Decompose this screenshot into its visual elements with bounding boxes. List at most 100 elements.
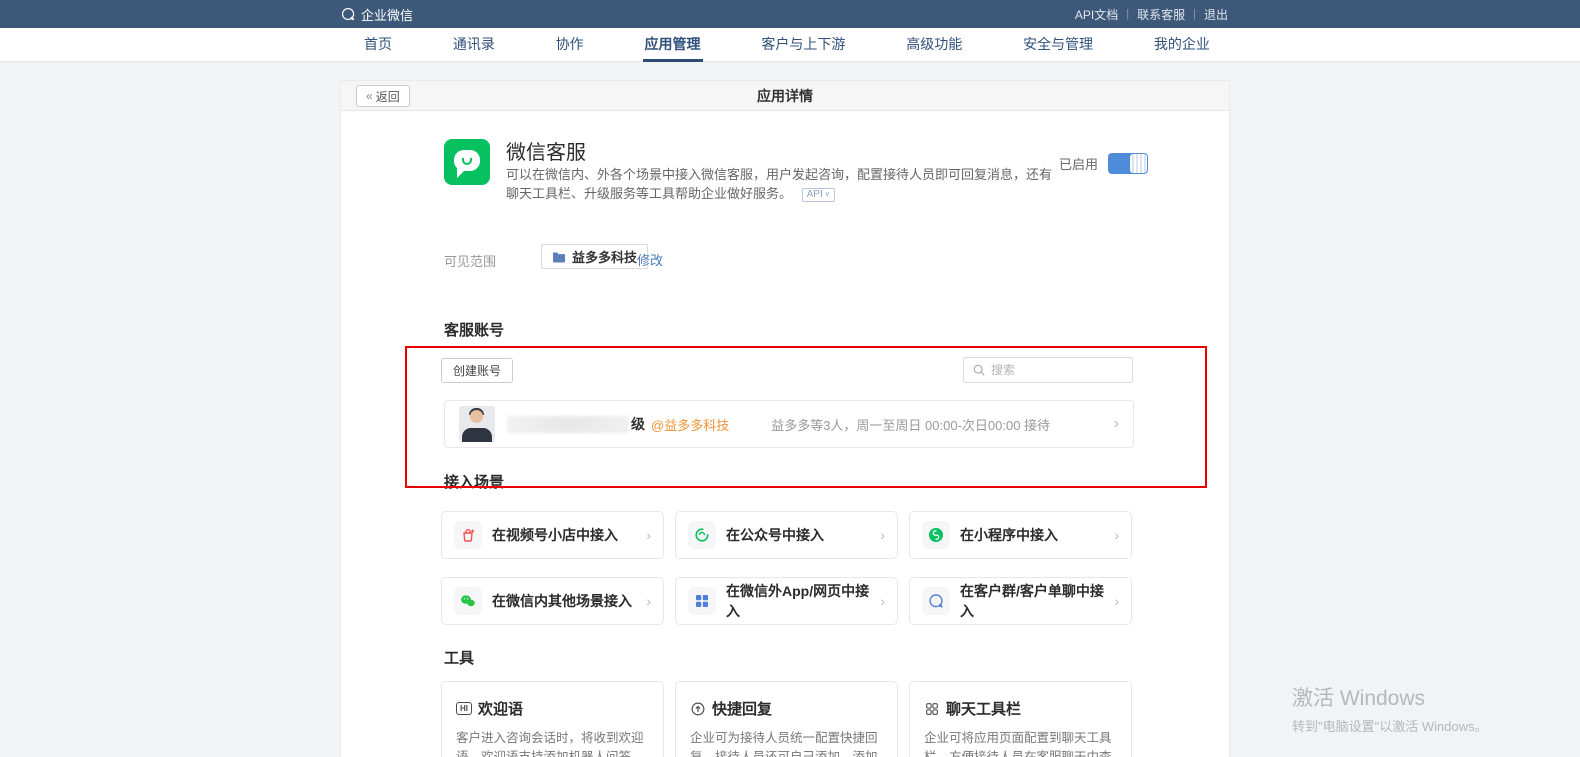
nav-tab-app-management[interactable]: 应用管理	[643, 28, 703, 62]
visible-range-label: 可见范围	[444, 251, 496, 270]
chevron-right-icon: ›	[646, 594, 651, 608]
nav-tab-customers[interactable]: 客户与上下游	[759, 28, 847, 62]
wecom-logo-icon	[340, 6, 356, 22]
scene-card-official-account[interactable]: 在公众号中接入 ›	[675, 511, 898, 559]
nav-label: 首页	[364, 34, 392, 54]
tool-label: 欢迎语	[478, 698, 523, 719]
customer-chat-icon	[922, 587, 950, 615]
api-docs-link[interactable]: API文档	[1075, 6, 1118, 23]
search-input[interactable]	[991, 363, 1111, 377]
api-dropdown-tag[interactable]: API ∨	[802, 188, 835, 202]
create-account-button[interactable]: 创建账号	[441, 358, 513, 383]
customer-service-account-row[interactable]: 级 @益多多科技 益多多等3人，周一至周日 00:00-次日00:00 接待 ›	[444, 400, 1134, 448]
search-icon	[972, 363, 986, 377]
watermark-line2: 转到"电脑设置"以激活 Windows。	[1292, 716, 1488, 735]
page-header: 应用详情 « 返回	[341, 81, 1229, 111]
folder-icon	[552, 251, 566, 263]
status-label: 已启用	[1059, 154, 1098, 173]
scene-card-miniprogram[interactable]: 在小程序中接入 ›	[909, 511, 1132, 559]
topbar-links: API文档 | 联系客服 | 退出	[1075, 6, 1228, 23]
chevron-right-icon: ›	[1114, 528, 1119, 542]
tool-label: 快捷回复	[712, 698, 772, 719]
account-mention: @益多多科技	[651, 415, 729, 434]
windows-activation-watermark: 激活 Windows 转到"电脑设置"以激活 Windows。	[1292, 682, 1488, 735]
nav-tab-security-management[interactable]: 安全与管理	[1021, 28, 1095, 62]
scene-label: 在公众号中接入	[726, 525, 824, 545]
brand-label: 企业微信	[361, 5, 413, 24]
page-title: 应用详情	[341, 81, 1229, 111]
official-account-icon	[688, 521, 716, 549]
chevron-down-icon: ∨	[825, 185, 830, 204]
app-description-text: 可以在微信内、外各个场景中接入微信客服，用户发起咨询，配置接待人员即可回复消息，…	[506, 167, 1052, 201]
miniprogram-icon	[922, 521, 950, 549]
avatar	[459, 406, 495, 442]
tool-card-chat-toolbar[interactable]: 聊天工具栏 企业可将应用页面配置到聊天工具栏，方便接待人员在客服聊天中查看和使用…	[909, 681, 1132, 757]
back-arrows-icon: «	[366, 89, 373, 103]
tool-grid: HI 欢迎语 客户进入咨询会话时，将收到欢迎语，欢迎语支持添加机器人问答，添加后…	[441, 681, 1132, 757]
quick-reply-icon	[690, 701, 706, 717]
chevron-right-icon: ›	[1114, 416, 1119, 432]
scope-name: 益多多科技	[572, 247, 637, 266]
back-button[interactable]: « 返回	[356, 85, 410, 107]
api-tag-label: API	[807, 185, 823, 204]
account-name-suffix: 级	[631, 414, 645, 434]
nav-label: 高级功能	[906, 34, 962, 54]
scene-label: 在微信内其他场景接入	[492, 591, 632, 611]
nav-label: 应用管理	[645, 34, 701, 54]
enabled-toggle[interactable]	[1108, 153, 1148, 174]
app-name: 微信客服	[506, 136, 586, 165]
account-schedule: 益多多等3人，周一至周日 00:00-次日00:00 接待	[771, 415, 1050, 434]
external-app-grid-icon	[688, 587, 716, 615]
section-title-tools: 工具	[444, 647, 474, 668]
section-title-scenes: 接入场景	[444, 471, 504, 492]
nav-label: 协作	[556, 34, 584, 54]
main-nav: 首页 通讯录 协作 应用管理 客户与上下游 高级功能 安全与管理 我的企业	[0, 28, 1580, 62]
scene-label: 在小程序中接入	[960, 525, 1058, 545]
back-label: 返回	[376, 88, 400, 105]
scene-label: 在微信外App/网页中接入	[726, 581, 870, 621]
tool-card-welcome[interactable]: HI 欢迎语 客户进入咨询会话时，将收到欢迎语，欢迎语支持添加机器人问答，添加后…	[441, 681, 664, 757]
tool-description: 企业可将应用页面配置到聊天工具栏，方便接待人员在客服聊天中查看和使用，提	[924, 729, 1117, 757]
page: 企业微信 API文档 | 联系客服 | 退出 首页 通讯录 协作 应用管理 客户…	[0, 0, 1580, 757]
nav-label: 客户与上下游	[761, 34, 845, 54]
visible-range-scope-tag: 益多多科技	[541, 244, 648, 269]
app-icon-kf	[444, 139, 490, 185]
contact-support-link[interactable]: 联系客服	[1137, 6, 1185, 23]
blurred-account-name	[507, 416, 629, 433]
wechat-icon	[454, 587, 482, 615]
nav-tab-contacts[interactable]: 通讯录	[451, 28, 497, 62]
nav-tab-home[interactable]: 首页	[362, 28, 394, 62]
nav-label: 安全与管理	[1023, 34, 1093, 54]
tool-label: 聊天工具栏	[946, 698, 1021, 719]
scene-card-channels-shop[interactable]: 在视频号小店中接入 ›	[441, 511, 664, 559]
scene-grid: 在视频号小店中接入 › 在公众号中接入 ›	[441, 511, 1132, 625]
chevron-right-icon: ›	[646, 528, 651, 542]
content-panel: 应用详情 « 返回 微信客服 可以在微信内、外各个场景中接入微信客服，用户发起咨…	[340, 80, 1230, 757]
scene-label: 在视频号小店中接入	[492, 525, 618, 545]
logout-link[interactable]: 退出	[1204, 6, 1228, 23]
nav-tab-advanced-features[interactable]: 高级功能	[904, 28, 964, 62]
tool-card-quick-reply[interactable]: 快捷回复 企业可为接待人员统一配置快捷回复，接待人员还可自己添加，添加后，接待人…	[675, 681, 898, 757]
app-status: 已启用	[1059, 153, 1148, 174]
chevron-right-icon: ›	[1114, 594, 1119, 608]
toolbar-grid-icon	[924, 701, 940, 717]
scene-card-customer-chat[interactable]: 在客户群/客户单聊中接入 ›	[909, 577, 1132, 625]
edit-visible-range-link[interactable]: 修改	[637, 250, 663, 269]
channels-shop-icon	[454, 521, 482, 549]
toggle-knob	[1130, 154, 1147, 173]
app-description: 可以在微信内、外各个场景中接入微信客服，用户发起咨询，配置接待人员即可回复消息，…	[506, 165, 1054, 203]
nav-tab-collaboration[interactable]: 协作	[554, 28, 586, 62]
welcome-hi-icon: HI	[456, 702, 472, 715]
search-box	[963, 357, 1133, 383]
watermark-line1: 激活 Windows	[1292, 682, 1488, 712]
scene-label: 在客户群/客户单聊中接入	[960, 581, 1104, 621]
separator: |	[1126, 8, 1129, 20]
tool-description: 客户进入咨询会话时，将收到欢迎语，欢迎语支持添加机器人问答，添加后将开启	[456, 729, 649, 757]
nav-tab-my-company[interactable]: 我的企业	[1152, 28, 1212, 62]
scene-card-external-app[interactable]: 在微信外App/网页中接入 ›	[675, 577, 898, 625]
scene-card-wechat-other[interactable]: 在微信内其他场景接入 ›	[441, 577, 664, 625]
chevron-right-icon: ›	[880, 594, 885, 608]
tool-description: 企业可为接待人员统一配置快捷回复，接待人员还可自己添加，添加后，接待人员	[690, 729, 883, 757]
separator: |	[1193, 8, 1196, 20]
brand: 企业微信	[340, 5, 413, 24]
